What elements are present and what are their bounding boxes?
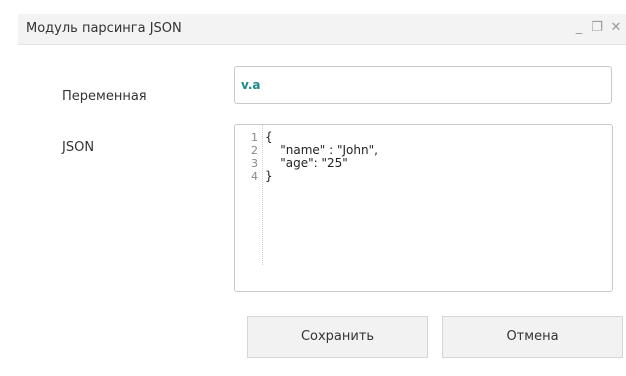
json-label: JSON (62, 140, 95, 155)
cancel-button[interactable]: Отмена (442, 316, 623, 358)
json-parser-dialog: Модуль парсинга JSON _ ❐ ✕ Переменная v.… (18, 14, 626, 376)
line-number: 4 (251, 170, 258, 183)
line-number: 1 (251, 131, 258, 144)
line-number: 2 (251, 144, 258, 157)
line-number-gutter: 1 2 3 4 (235, 125, 263, 265)
json-editor[interactable]: 1 2 3 4 { "name" : "John", "age": "25" } (234, 124, 613, 292)
variable-input[interactable]: v.a (234, 66, 612, 104)
title-bar: Модуль парсинга JSON _ ❐ ✕ (18, 14, 626, 45)
maximize-icon[interactable]: ❐ (589, 20, 605, 36)
code-line: } (265, 169, 273, 183)
save-button[interactable]: Сохранить (247, 316, 428, 358)
close-icon[interactable]: ✕ (608, 20, 624, 36)
line-number: 3 (251, 157, 258, 170)
variable-label: Переменная (62, 89, 147, 104)
code-line: "age": "25" (265, 156, 348, 170)
minimize-icon[interactable]: _ (571, 20, 587, 36)
dialog-title: Модуль парсинга JSON (26, 21, 182, 36)
